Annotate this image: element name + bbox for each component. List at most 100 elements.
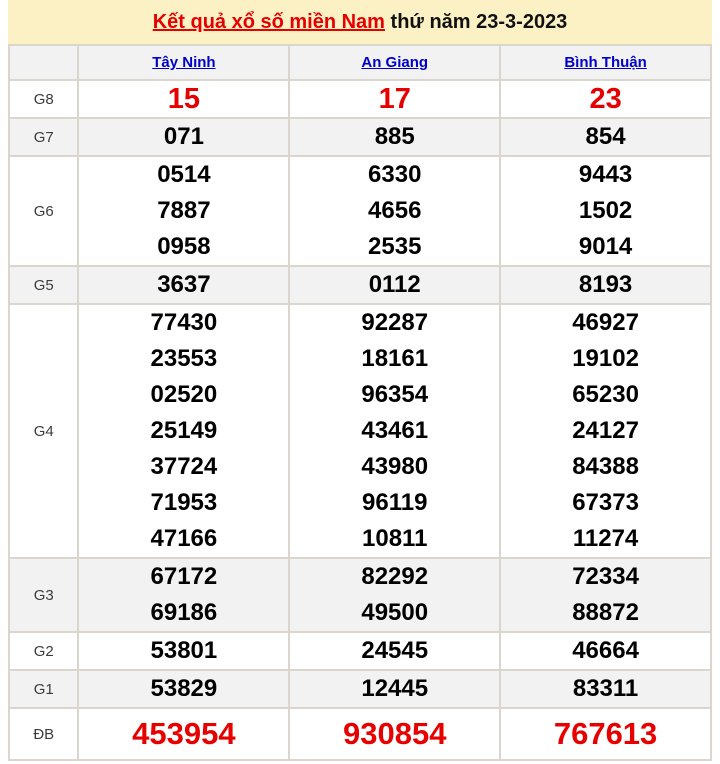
prize-number: 11274	[572, 525, 639, 552]
prize-number: 7887	[157, 197, 211, 224]
prize-number: 0112	[368, 271, 421, 298]
prize-numbers-cell: 77430 23553 02520 25149 37724 71953 47166	[77, 303, 291, 559]
prize-numbers-cell: 9443 1502 9014	[499, 155, 712, 267]
prize-numbers-cell: 24545	[288, 631, 502, 671]
prize-number: 15	[167, 83, 201, 115]
prize-numbers-cell: 885	[288, 117, 502, 157]
prize-number: 47166	[150, 525, 218, 552]
prize-numbers-cell: 930854	[288, 707, 502, 761]
prize-numbers-cell: 854	[499, 117, 712, 157]
province-link[interactable]: An Giang	[361, 54, 428, 71]
prize-number: 77430	[150, 309, 218, 336]
prize-label: G7	[7, 117, 80, 157]
prize-numbers-cell: 83311	[499, 669, 712, 709]
prize-number: 854	[585, 123, 626, 150]
prize-numbers-cell: 8193	[499, 265, 712, 305]
prize-numbers-cell: 0112	[288, 265, 502, 305]
prize-number: 96119	[362, 489, 428, 516]
prize-number: 96354	[361, 381, 429, 408]
title-link[interactable]: Kết quả xổ số miền Nam	[153, 11, 385, 33]
prize-number: 23553	[150, 345, 218, 372]
prize-row: G6 0514 7887 0958 6330 4656 2535 9443 1502 9014	[7, 155, 712, 267]
prize-number: 767613	[553, 716, 658, 751]
table-body: G8 15 17 23 G7 071 885 854 G6 0514 7887 0958 6330 465…	[7, 79, 712, 761]
prize-numbers-cell: 071	[77, 117, 291, 157]
prize-label: G1	[7, 669, 80, 709]
prize-number: 4656	[368, 197, 422, 224]
prize-number: 10811	[362, 525, 428, 552]
prize-row: G3 67172 69186 82292 49500 72334 88872	[7, 557, 712, 633]
prize-number: 9443	[578, 161, 633, 188]
prize-number: 84388	[572, 453, 639, 480]
prize-number: 67373	[572, 489, 639, 516]
prize-number: 885	[374, 123, 415, 150]
prize-row: G1 53829 12445 83311	[7, 669, 712, 709]
prize-row: G7 071 885 854	[7, 117, 712, 157]
prize-number: 453954	[132, 716, 236, 751]
prize-number: 65230	[572, 381, 639, 408]
prize-number: 9014	[578, 233, 633, 260]
prize-numbers-cell: 12445	[288, 669, 502, 709]
prize-numbers-cell: 82292 49500	[288, 557, 502, 633]
prize-label: G3	[7, 557, 80, 633]
prize-number: 46927	[572, 309, 639, 336]
prize-number: 37724	[150, 453, 218, 480]
title-bar: Kết quả xổ số miền Nam thứ năm 23-3-2023	[8, 0, 712, 44]
prize-number: 930854	[343, 716, 447, 751]
prize-number: 8193	[578, 271, 633, 298]
prize-number: 43980	[361, 453, 429, 480]
prize-number: 72334	[572, 563, 639, 590]
results-table: Tây Ninh An Giang Bình Thuận G8 15 17 23 G7 071…	[7, 44, 712, 761]
prize-numbers-cell: 72334 88872	[499, 557, 712, 633]
province-link[interactable]: Tây Ninh	[152, 54, 215, 71]
prize-number: 17	[378, 83, 411, 115]
prize-numbers-cell: 67172 69186	[77, 557, 291, 633]
prize-row: G4 77430 23553 02520 25149 37724 71953 47166 922…	[7, 303, 712, 559]
prize-numbers-cell: 46927 19102 65230 24127 84388 67373 11274	[499, 303, 712, 559]
prize-number: 071	[163, 123, 204, 150]
prize-row: G2 53801 24545 46664	[7, 631, 712, 671]
prize-number: 24545	[361, 637, 429, 664]
prize-numbers-cell: 453954	[77, 707, 291, 761]
prize-number: 18161	[361, 345, 429, 372]
prize-numbers-cell: 53801	[77, 631, 291, 671]
prize-number: 82292	[361, 563, 429, 590]
prize-number: 3637	[157, 271, 211, 298]
prize-number: 88872	[572, 599, 639, 626]
prize-numbers-cell: 53829	[77, 669, 291, 709]
prize-label: G6	[7, 155, 80, 267]
prize-label: G5	[7, 265, 80, 305]
prize-label: G2	[7, 631, 80, 671]
prize-number: 0958	[157, 233, 211, 260]
prize-label: ĐB	[7, 707, 80, 761]
prize-number: 71953	[150, 489, 218, 516]
province-header-cell: Bình Thuận	[499, 44, 712, 81]
prize-number: 19102	[572, 345, 639, 372]
prize-number: 43461	[361, 417, 429, 444]
corner-cell	[7, 44, 80, 81]
prize-number: 1502	[578, 197, 633, 224]
prize-numbers-cell: 17	[288, 79, 502, 119]
prize-numbers-cell: 6330 4656 2535	[288, 155, 502, 267]
table-header: Tây Ninh An Giang Bình Thuận	[7, 44, 712, 81]
prize-row: G5 3637 0112 8193	[7, 265, 712, 305]
prize-row: G8 15 17 23	[7, 79, 712, 119]
prize-label: G4	[7, 303, 80, 559]
prize-number: 02520	[150, 381, 218, 408]
prize-number: 67172	[150, 563, 218, 590]
province-header-row: Tây Ninh An Giang Bình Thuận	[7, 44, 712, 81]
prize-number: 53829	[150, 675, 218, 702]
prize-number: 25149	[150, 417, 218, 444]
prize-number: 83311	[572, 675, 639, 702]
prize-numbers-cell: 92287 18161 96354 43461 43980 96119 10811	[288, 303, 502, 559]
prize-numbers-cell: 23	[499, 79, 712, 119]
province-link[interactable]: Bình Thuận	[564, 54, 647, 71]
prize-number: 24127	[572, 417, 639, 444]
prize-row: ĐB 453954 930854 767613	[7, 707, 712, 761]
prize-number: 92287	[361, 309, 429, 336]
prize-numbers-cell: 767613	[499, 707, 712, 761]
prize-number: 46664	[572, 637, 639, 664]
prize-number: 49500	[361, 599, 429, 626]
prize-number: 12445	[361, 675, 429, 702]
prize-number: 53801	[150, 637, 218, 664]
